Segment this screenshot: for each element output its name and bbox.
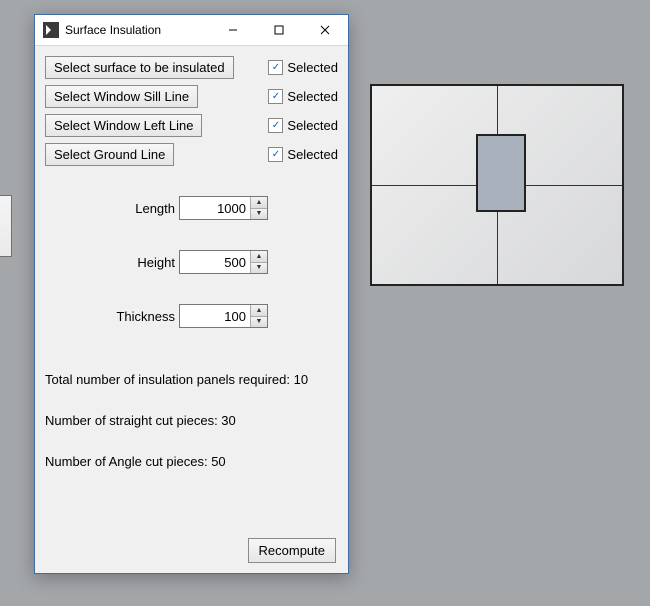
select-window-left-button[interactable]: Select Window Left Line [45,114,202,137]
selector-row: Select Window Left Line ✓ Selected [45,114,338,137]
results-block: Total number of insulation panels requir… [45,372,338,469]
selected-label: Selected [287,60,338,75]
height-label: Height [45,255,179,270]
recompute-button[interactable]: Recompute [248,538,336,563]
thickness-row: Thickness ▲ ▼ [45,304,338,328]
close-button[interactable] [302,15,348,45]
client-area: Select surface to be insulated ✓ Selecte… [35,46,348,573]
length-input[interactable] [180,197,250,219]
surface-insulation-dialog: Surface Insulation Select surface to be … [34,14,349,574]
length-spinner: ▲ ▼ [179,196,268,220]
selected-label: Selected [287,89,338,104]
selector-row: Select Window Sill Line ✓ Selected [45,85,338,108]
length-row: Length ▲ ▼ [45,196,338,220]
spinner-up-icon[interactable]: ▲ [251,305,267,317]
height-input[interactable] [180,251,250,273]
height-spinner: ▲ ▼ [179,250,268,274]
select-window-sill-button[interactable]: Select Window Sill Line [45,85,198,108]
spinner-down-icon[interactable]: ▼ [251,209,267,220]
check-icon[interactable]: ✓ [268,147,283,162]
surface-preview-panel [370,84,624,286]
selector-row: Select Ground Line ✓ Selected [45,143,338,166]
height-row: Height ▲ ▼ [45,250,338,274]
app-icon [43,22,59,38]
selected-label: Selected [287,118,338,133]
result-angle-pieces: Number of Angle cut pieces: 50 [45,454,338,469]
length-label: Length [45,201,179,216]
selector-row: Select surface to be insulated ✓ Selecte… [45,56,338,79]
background-window-fragment [0,195,12,257]
minimize-button[interactable] [210,15,256,45]
spinner-up-icon[interactable]: ▲ [251,251,267,263]
spinner-up-icon[interactable]: ▲ [251,197,267,209]
thickness-spinner: ▲ ▼ [179,304,268,328]
check-icon[interactable]: ✓ [268,118,283,133]
spinner-down-icon[interactable]: ▼ [251,317,267,328]
check-icon[interactable]: ✓ [268,89,283,104]
titlebar: Surface Insulation [35,15,348,46]
spinner-down-icon[interactable]: ▼ [251,263,267,274]
select-surface-button[interactable]: Select surface to be insulated [45,56,234,79]
thickness-label: Thickness [45,309,179,324]
window-title: Surface Insulation [65,23,210,37]
thickness-input[interactable] [180,305,250,327]
window-opening-rect [476,134,526,212]
selected-label: Selected [287,147,338,162]
maximize-button[interactable] [256,15,302,45]
result-straight-pieces: Number of straight cut pieces: 30 [45,413,338,428]
select-ground-line-button[interactable]: Select Ground Line [45,143,174,166]
result-total-panels: Total number of insulation panels requir… [45,372,338,387]
check-icon[interactable]: ✓ [268,60,283,75]
